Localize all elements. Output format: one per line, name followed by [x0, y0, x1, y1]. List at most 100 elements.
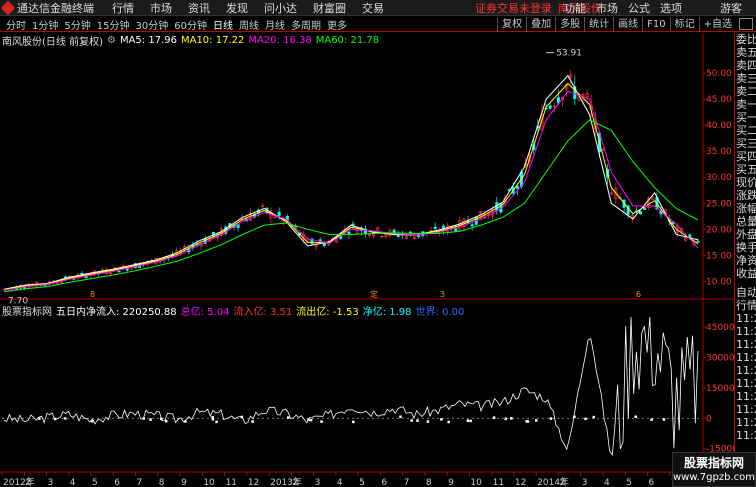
guest-label[interactable]: 游客	[720, 0, 742, 16]
zixuan-button[interactable]: +自选	[698, 17, 736, 32]
world-label: 世界: 0.00	[415, 307, 465, 318]
menu-shichang[interactable]: 市场	[150, 0, 172, 16]
x-tick-label: 6	[648, 478, 654, 487]
x-tick-label: 9	[181, 478, 187, 487]
ma-line-ma5	[3, 74, 699, 290]
tongji-button[interactable]: 统计	[584, 17, 613, 32]
login-alert[interactable]: 证券交易未登录	[475, 0, 552, 16]
x-tick-label: 10	[470, 478, 482, 487]
period-1min[interactable]: 1分钟	[32, 17, 58, 32]
period-5min[interactable]: 5分钟	[64, 17, 90, 32]
signal-marker	[63, 417, 67, 420]
x-tick-label: 8	[159, 478, 165, 487]
x-tick-label: 3	[315, 478, 321, 487]
x-tick-label: 9	[448, 478, 454, 487]
period-weekly[interactable]: 周线	[239, 17, 259, 32]
menu-wenxiaoda[interactable]: 问小达	[264, 0, 297, 16]
signal-marker	[526, 420, 530, 423]
menu-shichang-right[interactable]: 市场	[596, 0, 618, 16]
f10-button[interactable]: F10	[642, 17, 669, 32]
quote-row: 买二	[736, 124, 756, 137]
huaxian-button[interactable]: 画线	[613, 17, 642, 32]
x-tick-label: 8	[426, 478, 432, 487]
menu-zixun[interactable]: 资讯	[188, 0, 210, 16]
ma60-label: MA60: 21.78	[315, 35, 380, 46]
candle-body	[470, 224, 474, 227]
ma20-label: MA20: 16.38	[248, 35, 312, 46]
total-label: 总亿: 5.04	[180, 307, 230, 318]
period-daily[interactable]: 日线	[213, 17, 233, 32]
app-logo-icon	[0, 0, 16, 15]
signal-marker	[160, 417, 163, 421]
candle-body	[117, 270, 121, 273]
settings-icon[interactable]: ⚙	[107, 35, 116, 46]
candle-body	[351, 223, 355, 226]
signal-marker	[416, 419, 419, 422]
x-tick-label: 3	[48, 478, 54, 487]
period-more[interactable]: 更多	[327, 17, 347, 32]
x-tick-label: 5	[626, 478, 632, 487]
candle-body	[417, 235, 421, 238]
signal-marker	[426, 420, 430, 423]
watermark-url: www.7gpzb.com	[673, 472, 755, 483]
signal-marker	[504, 417, 508, 421]
signal-marker	[215, 420, 218, 424]
quote-row: 买四	[736, 150, 756, 163]
x-tick-label: 3	[582, 478, 588, 487]
x-tick-label: 4	[337, 478, 343, 487]
signal-marker	[307, 418, 310, 422]
y-tick-label: 40.00	[706, 121, 732, 131]
net-label: 净亿: 1.98	[362, 307, 412, 318]
menu-xuanxiang[interactable]: 选项	[660, 0, 682, 16]
period-15min[interactable]: 15分钟	[97, 17, 130, 32]
diejia-button[interactable]: 叠加	[526, 17, 555, 32]
net-inflow-label: 五日内净流入: 220250.88	[56, 307, 177, 318]
y-tick-label: 45.00	[706, 95, 732, 105]
app-name: 通达信金融终端	[17, 1, 94, 15]
x-tick-label: 4	[70, 478, 76, 487]
signal-marker	[211, 418, 215, 421]
menu-caifuquan[interactable]: 财富圈	[313, 0, 346, 16]
period-fenshi[interactable]: 分时	[6, 17, 26, 32]
x-tick-label: 7	[404, 478, 410, 487]
menu-gongneng[interactable]: 功能	[564, 0, 586, 16]
x-tick-label: 2	[559, 478, 565, 487]
menu-gongshi[interactable]: 公式	[628, 0, 650, 16]
signal-marker	[592, 415, 596, 419]
signal-marker	[251, 420, 254, 423]
candle-body	[322, 242, 326, 247]
y-tick-label: 25.00	[706, 199, 732, 209]
inflow-label: 流入亿: 3.51	[233, 307, 293, 318]
chart-area[interactable]: 10.00 15.00 20.00 25.00 30.00 35.00 40.00 45.00…	[0, 33, 734, 487]
menu-faxian[interactable]: 发现	[226, 0, 248, 16]
quote-row: 11:29	[736, 338, 756, 351]
fuquan-button[interactable]: 复权	[497, 17, 526, 32]
y-tick-label: 15.00	[706, 251, 732, 261]
period-multi[interactable]: 多周期	[291, 17, 321, 32]
signal-marker	[466, 419, 470, 422]
menu-hangqing[interactable]: 行情	[112, 0, 134, 16]
ma5-label: MA5: 17.96	[119, 35, 177, 46]
signal-marker	[634, 415, 637, 419]
candle-body	[277, 211, 281, 216]
quote-row: 行情	[736, 299, 756, 312]
high-price-label: 53.91	[556, 49, 582, 59]
menu-jiaoyi[interactable]: 交易	[362, 0, 384, 16]
quote-row: 11:29	[736, 351, 756, 364]
period-monthly[interactable]: 月线	[265, 17, 285, 32]
signal-marker	[309, 418, 313, 422]
biaoji-button[interactable]: 标记	[669, 17, 699, 32]
quote-row: 自动	[736, 286, 756, 299]
signal-marker	[90, 420, 94, 423]
period-60min[interactable]: 60分钟	[174, 17, 207, 32]
window-toggle-icon[interactable]	[739, 18, 753, 30]
duogu-button[interactable]: 多股	[555, 17, 584, 32]
quote-row: 11:29	[736, 325, 756, 338]
signal-marker	[440, 418, 443, 421]
quote-row: 买一	[736, 111, 756, 124]
signal-marker	[38, 417, 41, 420]
period-30min[interactable]: 30分钟	[135, 17, 168, 32]
signal-marker	[399, 415, 402, 419]
signal-marker	[662, 418, 666, 421]
signal-marker	[410, 419, 413, 422]
